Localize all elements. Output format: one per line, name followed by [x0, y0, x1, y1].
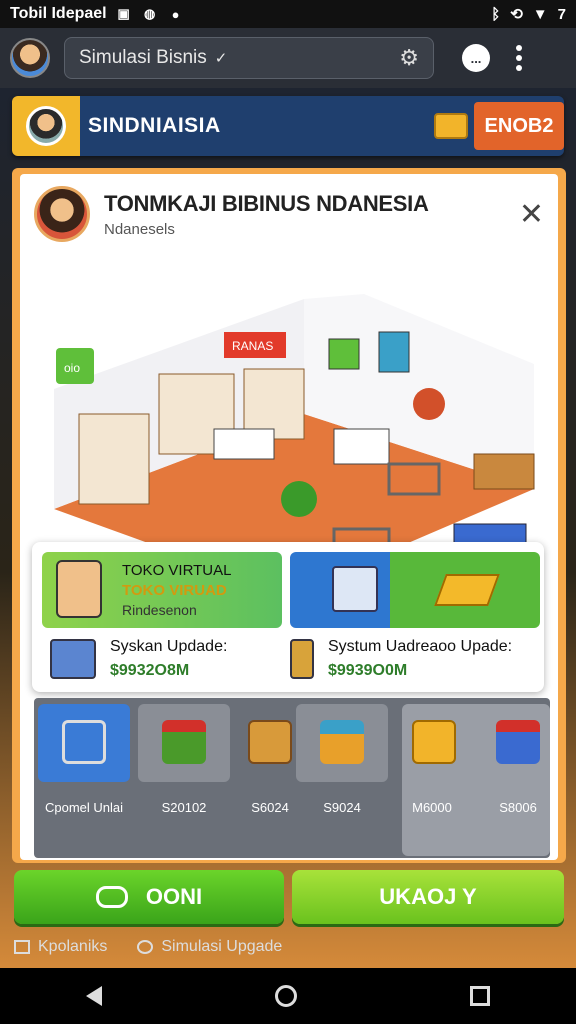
tractor-icon: [320, 720, 364, 764]
panel-header: TONMKAJI BIBINUS NDANESIA Ndanesels ✕: [34, 184, 544, 244]
card-line1: TOKO VIRTUAL: [122, 562, 232, 579]
footer-link-2[interactable]: Simulasi Upgade: [161, 938, 282, 956]
shop-item-label: M6000: [412, 800, 452, 815]
panel-content: TONMKAJI BIBINUS NDANESIA Ndanesels ✕ oi…: [20, 174, 558, 860]
update-1-title: Syskan Updade:: [110, 638, 228, 655]
wood-cabinet: [473, 453, 535, 490]
panel-subtitle: Ndanesels: [104, 220, 175, 238]
bluetooth-icon: ᛒ: [491, 5, 501, 23]
checkout-counter: [213, 428, 275, 460]
gift-icon: [412, 720, 456, 764]
gallery-icon: ▣: [117, 6, 130, 21]
wall-frame-2: [378, 331, 410, 373]
info-icon: [137, 940, 154, 954]
app-bar: Simulasi Bisnis ✓ ⚙ ...: [0, 28, 576, 88]
close-icon[interactable]: ✕: [519, 197, 544, 232]
primary-button[interactable]: OONI: [14, 870, 284, 924]
update-item-1[interactable]: Syskan Updade: $9932O8M: [50, 634, 280, 684]
recents-icon[interactable]: [469, 986, 490, 1006]
wall-frame-1: [328, 338, 360, 370]
shop-item[interactable]: S20102: [138, 704, 230, 856]
overflow-menu-icon[interactable]: [516, 45, 522, 71]
stamp-icon: [162, 720, 206, 764]
shop-item[interactable]: S8006: [486, 704, 550, 856]
shop-item-label: S9024: [323, 800, 361, 815]
shop-item[interactable]: S9024: [296, 704, 388, 856]
update-item-2[interactable]: Systum Uadreaoo Upade: $9939O0M: [290, 634, 540, 684]
notification-icon: ◍: [143, 6, 156, 21]
profile-avatar: [34, 186, 90, 242]
shop-items: Cpomel Unlai S20102 S6024 S9024 M6000 S8…: [34, 698, 550, 858]
home-icon[interactable]: [274, 985, 297, 1007]
shop-item-label: S20102: [161, 800, 207, 815]
shopkeeper-icon: [56, 560, 102, 618]
update-1-price: $9932O8M: [110, 662, 190, 679]
footer-link-1[interactable]: Kpolaniks: [38, 938, 107, 956]
chat-button[interactable]: ...: [462, 44, 490, 72]
shop-item[interactable]: Cpomel Unlai: [38, 704, 130, 856]
battery-level: 7: [557, 5, 566, 23]
display-case: [333, 428, 390, 465]
update-2-title: Systum Uadreaoo Upade:: [328, 638, 513, 655]
potted-plant: [281, 481, 317, 517]
settings-icon[interactable]: ⚙: [399, 45, 419, 71]
jar-icon: [290, 639, 314, 679]
box-icon: [248, 720, 292, 764]
banner-title: SINDNIAISIA: [88, 114, 221, 137]
chat-notification-icon: ●: [171, 6, 180, 22]
gold-bar-icon: [434, 574, 500, 606]
card-line2: TOKO VIRUAD: [122, 582, 227, 599]
update-2-price: $9939O0M: [328, 662, 408, 679]
info-cards: TOKO VIRTUAL TOKO VIRUAD Rindesenon Sysk…: [32, 542, 544, 692]
cart-icon: [62, 720, 106, 764]
card-line3: Rindesenon: [122, 602, 197, 618]
tree-decor: [413, 388, 445, 420]
main-panel: TONMKAJI BIBINUS NDANESIA Ndanesels ✕ oi…: [12, 168, 566, 863]
user-avatar[interactable]: [10, 38, 50, 78]
panel-title: TONMKAJI BIBINUS NDANESIA: [104, 190, 429, 216]
chat-dots: ...: [470, 50, 482, 66]
shop-item-label: Cpomel Unlai: [44, 800, 124, 815]
top-banner: SINDNIAISIA ENOB2: [12, 96, 564, 156]
footer-links: Kpolaniks Simulasi Upgade: [14, 934, 574, 960]
shop-item-label: S8006: [499, 800, 537, 815]
shelf-left: [78, 413, 150, 505]
search-text: Simulasi Bisnis: [79, 47, 207, 68]
banner-button[interactable]: ENOB2: [474, 102, 564, 150]
chevron-down-icon: ✓: [214, 50, 228, 67]
truck-outline-icon: [95, 886, 128, 908]
system-card[interactable]: [290, 552, 540, 628]
exit-sign-label: oio: [64, 361, 80, 375]
search-dropdown[interactable]: Simulasi Bisnis ✓ ⚙: [64, 37, 434, 79]
sync-icon: ⟲: [510, 6, 523, 23]
plunger-icon: [496, 720, 540, 764]
stack-icon: [50, 639, 96, 679]
status-app-text: Tobil Idepael: [10, 5, 107, 22]
secondary-button[interactable]: UKAOJ Y: [292, 870, 564, 924]
system-nav-bar: [0, 968, 576, 1024]
wifi-icon: ▼: [532, 5, 548, 23]
store-sign-label: RANAS: [232, 339, 273, 353]
back-icon[interactable]: [86, 986, 103, 1006]
truck-icon: [434, 113, 468, 139]
document-icon: [332, 566, 378, 612]
primary-button-label: OONI: [145, 884, 203, 909]
secondary-button-label: UKAOJ Y: [379, 884, 477, 909]
banner-avatar: [26, 106, 66, 146]
list-icon: [14, 940, 30, 954]
virtual-store-card[interactable]: TOKO VIRTUAL TOKO VIRUAD Rindesenon: [42, 552, 282, 628]
status-bar: Tobil Idepael ▣ ◍ ● ᛒ ⟲ ▼ 7: [0, 0, 576, 28]
